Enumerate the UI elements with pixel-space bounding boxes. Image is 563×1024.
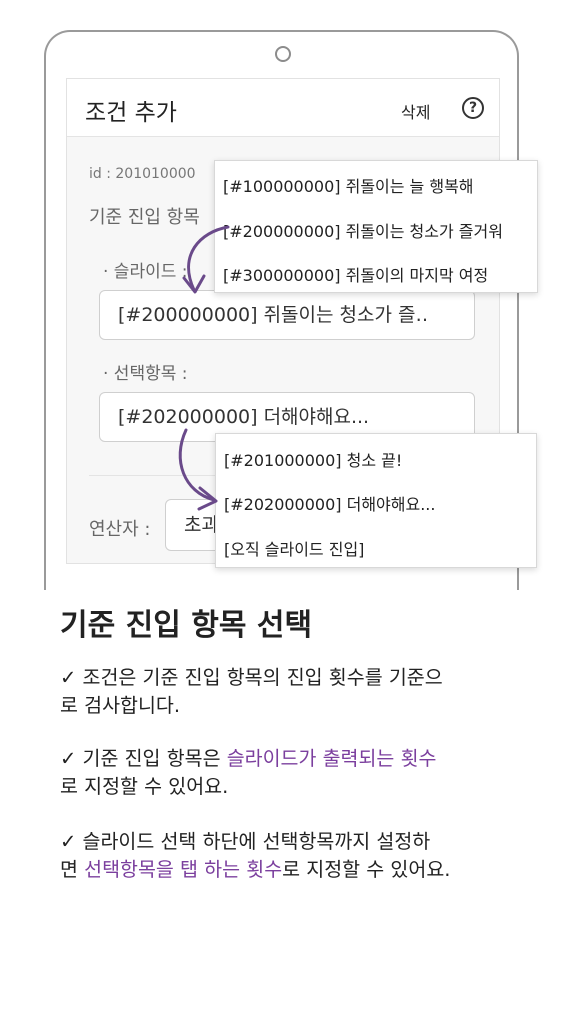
bullet-1-line-2: 로 검사합니다. (60, 694, 181, 717)
condition-id: id : 201010000 (89, 166, 196, 182)
bullet-2-text: ✓ 기준 진입 항목은 (60, 747, 227, 770)
bullet-2-highlight: 슬라이드가 출력되는 횟수 (226, 747, 437, 770)
slide-dropdown: [#100000000] 쥐돌이는 늘 행복해 [#200000000] 쥐돌이… (214, 160, 538, 293)
slide-select[interactable]: [#200000000] 쥐돌이는 청소가 즐‥ (99, 290, 475, 340)
choice-option-2[interactable]: [#202000000] 더해야해요... (224, 491, 435, 515)
delete-button[interactable]: 삭제 (401, 99, 430, 123)
operator-label: 연산자 : (89, 519, 151, 540)
camera-icon (275, 46, 291, 62)
help-icon[interactable]: ? (462, 97, 484, 119)
bullet-2: ✓ 기준 진입 항목은 슬라이드가 출력되는 횟수 로 지정할 수 있어요. (60, 745, 520, 801)
slide-option-2[interactable]: [#200000000] 쥐돌이는 청소가 즐거워 (223, 218, 503, 242)
choice-label: · 선택항목 : (103, 364, 188, 384)
modal-title: 조건 추가 (85, 100, 177, 126)
bullet-3-line-2: 면 선택항목을 탭 하는 횟수로 지정할 수 있어요. (60, 856, 520, 884)
modal-header: 조건 추가 삭제 ? (67, 79, 499, 137)
choice-option-3[interactable]: [오직 슬라이드 진입] (224, 536, 364, 560)
slide-option-3[interactable]: [#300000000] 쥐돌이의 마지막 여정 (223, 262, 488, 286)
base-entry-label: 기준 진입 항목 (89, 207, 200, 228)
bullet-3-line-1: ✓ 슬라이드 선택 하단에 선택항목까지 설정하 (60, 830, 431, 853)
choice-dropdown: [#201000000] 청소 끝! [#202000000] 더해야해요...… (215, 433, 537, 568)
slide-option-1[interactable]: [#100000000] 쥐돌이는 늘 행복해 (223, 173, 474, 197)
slide-label: · 슬라이드 : (103, 262, 188, 282)
bullet-3-tail: 로 지정할 수 있어요. (282, 858, 451, 881)
bullet-3-highlight: 선택항목을 탭 하는 횟수 (84, 858, 283, 881)
bullet-1-line-1: ✓ 조건은 기준 진입 항목의 진입 횟수를 기준으 (60, 666, 443, 689)
bullet-2-line-2: 로 지정할 수 있어요. (60, 775, 229, 798)
bullet-3: ✓ 슬라이드 선택 하단에 선택항목까지 설정하 면 선택항목을 탭 하는 횟수… (60, 828, 520, 884)
bullet-1: ✓ 조건은 기준 진입 항목의 진입 횟수를 기준으 로 검사합니다. (60, 664, 520, 720)
bullet-3-text: 면 (60, 858, 85, 881)
choice-option-1[interactable]: [#201000000] 청소 끝! (224, 447, 402, 471)
section-title: 기준 진입 항목 선택 (60, 608, 313, 643)
bullet-2-line-1: ✓ 기준 진입 항목은 슬라이드가 출력되는 횟수 (60, 745, 520, 773)
